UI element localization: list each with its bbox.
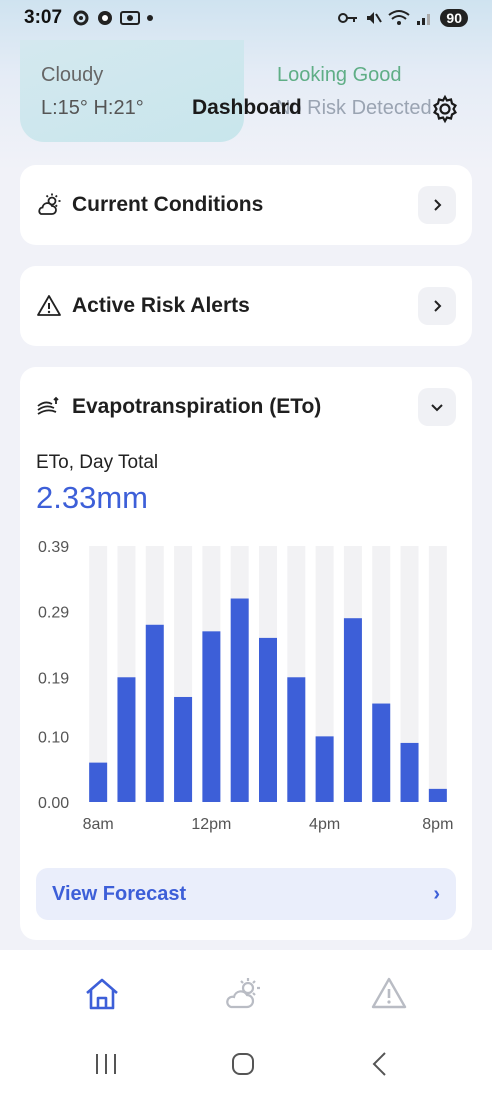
bar-3pm[interactable] [287,677,306,802]
y-tick-label: 0.19 [38,670,69,687]
back-icon[interactable] [362,1046,398,1082]
mute-icon [367,12,383,24]
notification-icons [72,9,154,27]
battery-level: 90 [440,9,468,27]
signal-icon [417,14,431,25]
weather-icon[interactable] [224,974,264,1014]
recent-apps-icon[interactable] [88,1046,124,1082]
bar-11am[interactable] [174,696,193,802]
y-tick-label: 0.39 [38,539,69,556]
active-risk-alerts-title: Active Risk Alerts [72,294,250,317]
alert-icon[interactable] [369,974,409,1014]
bar-6pm[interactable] [372,703,391,802]
bar-2pm[interactable] [259,637,277,802]
weather-summary-card[interactable] [20,40,244,142]
view-forecast-label: View Forecast [52,882,187,905]
bar-12pm[interactable] [202,631,221,802]
bar-4pm[interactable] [315,736,334,802]
settings-notif-icon [73,10,89,26]
evapotranspiration-collapse-button[interactable] [418,388,456,426]
chevron-right-icon [434,300,442,312]
x-tick-label: 4pm [309,816,340,833]
chevron-right-icon: › [433,882,440,905]
y-tick-label: 0.10 [38,729,69,746]
bar-8am[interactable] [89,762,108,802]
bar-track [428,546,447,802]
bar-8pm[interactable] [428,788,447,802]
x-tick-label: 8pm [422,816,453,833]
eto-icon [37,396,59,415]
temperature-range: L:15° H:21° [41,97,144,119]
current-conditions-title: Current Conditions [72,193,264,216]
current-conditions-expand-button[interactable] [418,186,456,224]
eto-day-total: 2.33mm [36,480,148,515]
active-risk-alerts-card[interactable]: Active Risk Alerts [20,266,472,346]
bar-10am[interactable] [145,624,164,802]
bar-9am[interactable] [117,677,136,802]
bar-1pm[interactable] [230,598,249,802]
page-title: Dashboard [192,96,302,119]
view-forecast-button[interactable]: View Forecast › [36,868,456,920]
bar-5pm[interactable] [343,618,362,802]
home-button-icon[interactable] [225,1046,261,1082]
gear-icon[interactable] [430,94,460,124]
chevron-down-icon [431,404,443,412]
current-conditions-card[interactable]: Current Conditions [20,165,472,245]
y-tick-label: 0.29 [38,605,69,622]
key-icon [338,13,358,23]
eto-label: ETo, Day Total [36,452,159,473]
status-time: 3:07 [24,7,63,28]
x-tick-label: 12pm [191,816,231,833]
eto-bar-chart: 0.39 0.29 0.19 0.10 0.00 8am 12pm 4pm 8pm [38,539,453,833]
risk-status: Looking Good [277,64,402,86]
weather-condition: Cloudy [41,64,104,86]
wifi-icon [388,10,411,25]
warning-icon [37,295,61,316]
chevron-right-icon [434,199,442,211]
status-bar: 3:07 90 [0,0,492,36]
dot-icon [147,15,154,21]
sun-cloud-icon [38,193,61,215]
evapotranspiration-title: Evapotranspiration (ETo) [72,395,322,418]
y-tick-label: 0.00 [38,795,69,812]
photo-notif-icon [120,11,141,25]
badge-notif-icon [98,11,113,25]
active-risk-alerts-expand-button[interactable] [418,287,456,325]
x-tick-label: 8am [83,816,114,833]
home-icon[interactable] [82,974,122,1014]
system-icons: 90 [338,9,468,27]
bar-7pm[interactable] [400,742,419,802]
